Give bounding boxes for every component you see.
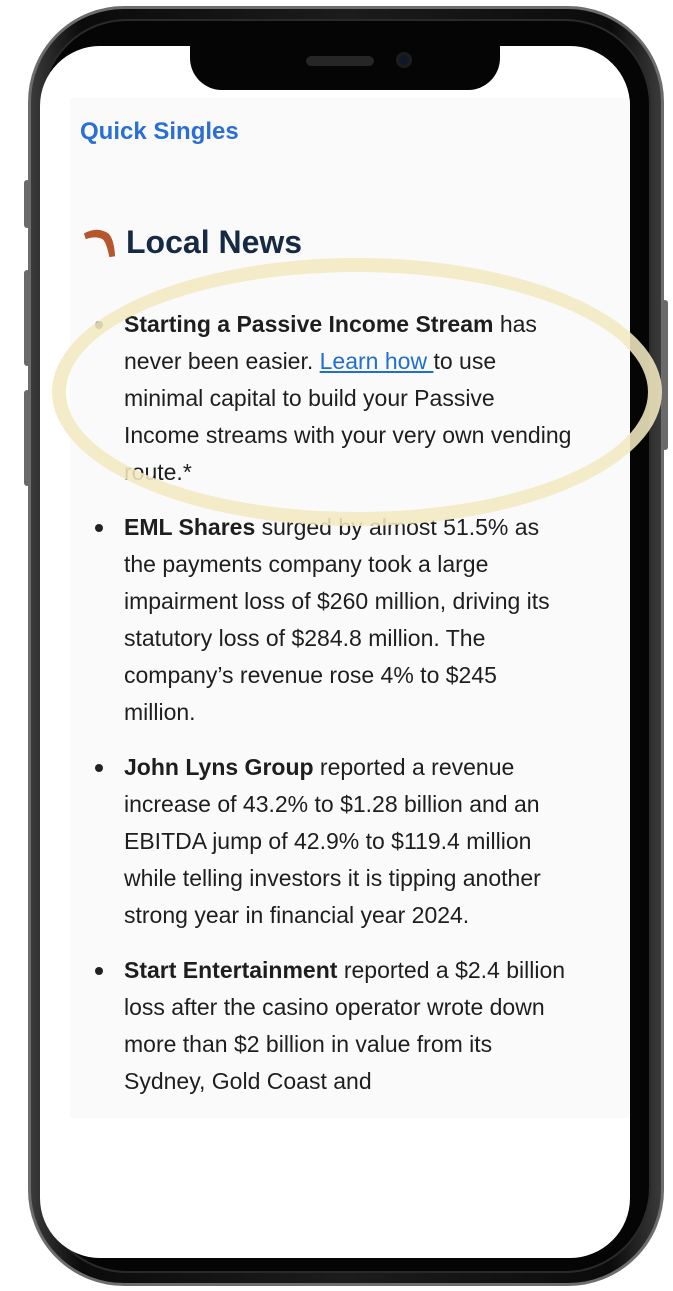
news-list: Starting a Passive Income Stream has nev… (95, 306, 574, 1118)
news-item: Starting a Passive Income Stream has nev… (95, 306, 574, 491)
volume-up-button (24, 180, 30, 228)
power-button (662, 300, 668, 450)
news-item: EML Shares surged by almost 51.5% as the… (95, 509, 574, 731)
news-headline: Starting a Passive Income Stream (124, 311, 494, 337)
section-title-text: Local News (126, 224, 303, 260)
news-headline: John Lyns Group (124, 754, 314, 780)
phone-screen: Quick Singles Local News Starting a Pass… (40, 46, 630, 1258)
news-headline: EML Shares (124, 514, 256, 540)
silent-switch (24, 390, 30, 486)
notch (190, 46, 500, 90)
speaker-grille (306, 56, 374, 66)
section-title: Local News (80, 224, 302, 261)
news-text: surged by almost 51.5% as the payments c… (124, 514, 550, 725)
news-headline: Start Entertainment (124, 957, 338, 983)
learn-how-link[interactable]: Learn how (320, 348, 434, 374)
news-text: reported a revenue increase of 43.2% to … (124, 754, 541, 928)
boomerang-icon (83, 229, 116, 257)
news-item: Start Entertainment reported a $2.4 bill… (95, 952, 574, 1100)
news-item: John Lyns Group reported a revenue incre… (95, 749, 574, 934)
camera-icon (396, 52, 412, 68)
quick-singles-link[interactable]: Quick Singles (80, 118, 239, 146)
volume-down-button (24, 270, 30, 366)
email-content: Quick Singles Local News Starting a Pass… (70, 98, 630, 1118)
